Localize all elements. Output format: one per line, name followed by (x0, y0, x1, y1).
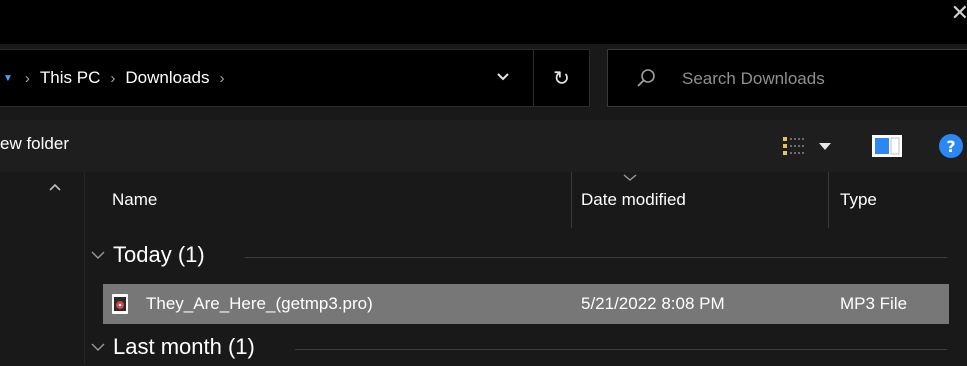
file-list[interactable]: Name Date modified Type Today (1) They_A… (85, 172, 967, 365)
breadcrumb-separator-icon[interactable]: › (110, 70, 115, 87)
search-box[interactable] (607, 49, 967, 107)
mp3-file-icon (112, 294, 128, 314)
refresh-icon: ↻ (553, 67, 570, 90)
breadcrumb-this-pc[interactable]: This PC (40, 68, 100, 88)
chevron-down-icon[interactable] (91, 250, 105, 260)
address-bar[interactable]: ▼ › This PC › Downloads › (0, 49, 534, 107)
breadcrumb-separator-icon[interactable]: › (25, 70, 30, 87)
group-divider (295, 349, 947, 350)
column-divider[interactable] (571, 172, 572, 228)
scroll-up-icon[interactable] (48, 182, 62, 192)
column-header-date-modified[interactable]: Date modified (581, 190, 686, 210)
refresh-button[interactable]: ↻ (534, 49, 590, 107)
view-dropdown-icon[interactable] (819, 142, 831, 152)
file-type: MP3 File (840, 294, 908, 313)
recent-locations-caret-icon[interactable]: ▼ (3, 73, 13, 84)
address-dropdown-icon[interactable] (495, 69, 511, 85)
title-bar: ✕ (0, 0, 967, 44)
details-view-icon[interactable] (783, 136, 805, 156)
search-input[interactable] (680, 64, 954, 94)
group-label: Today (1) (113, 242, 205, 267)
sort-indicator-icon (623, 174, 637, 181)
search-icon (637, 69, 655, 87)
column-header-name[interactable]: Name (112, 190, 157, 210)
help-icon[interactable]: ? (939, 134, 963, 158)
group-header-last-month[interactable]: Last month (1) (85, 330, 967, 366)
breadcrumb-separator-icon[interactable]: › (219, 70, 224, 87)
file-date-modified: 5/21/2022 8:08 PM (581, 294, 725, 313)
command-bar: ew folder ? (0, 120, 967, 172)
navigation-pane[interactable] (0, 172, 85, 365)
breadcrumb: ▼ › This PC › Downloads › (3, 50, 234, 106)
column-header-row: Name Date modified Type (85, 172, 967, 228)
group-divider (245, 257, 947, 258)
close-icon[interactable]: ✕ (951, 0, 967, 26)
group-header-today[interactable]: Today (1) (85, 238, 967, 274)
file-name[interactable]: They_Are_Here_(getmp3.pro) (146, 294, 373, 314)
breadcrumb-downloads[interactable]: Downloads (125, 68, 209, 88)
column-divider[interactable] (828, 172, 829, 228)
column-header-type[interactable]: Type (840, 190, 877, 210)
new-folder-button[interactable]: ew folder (0, 134, 69, 154)
preview-pane-icon[interactable] (872, 135, 902, 157)
file-row[interactable]: They_Are_Here_(getmp3.pro) 5/21/2022 8:0… (103, 284, 949, 324)
chevron-down-icon[interactable] (91, 342, 105, 352)
group-label: Last month (1) (113, 334, 255, 359)
